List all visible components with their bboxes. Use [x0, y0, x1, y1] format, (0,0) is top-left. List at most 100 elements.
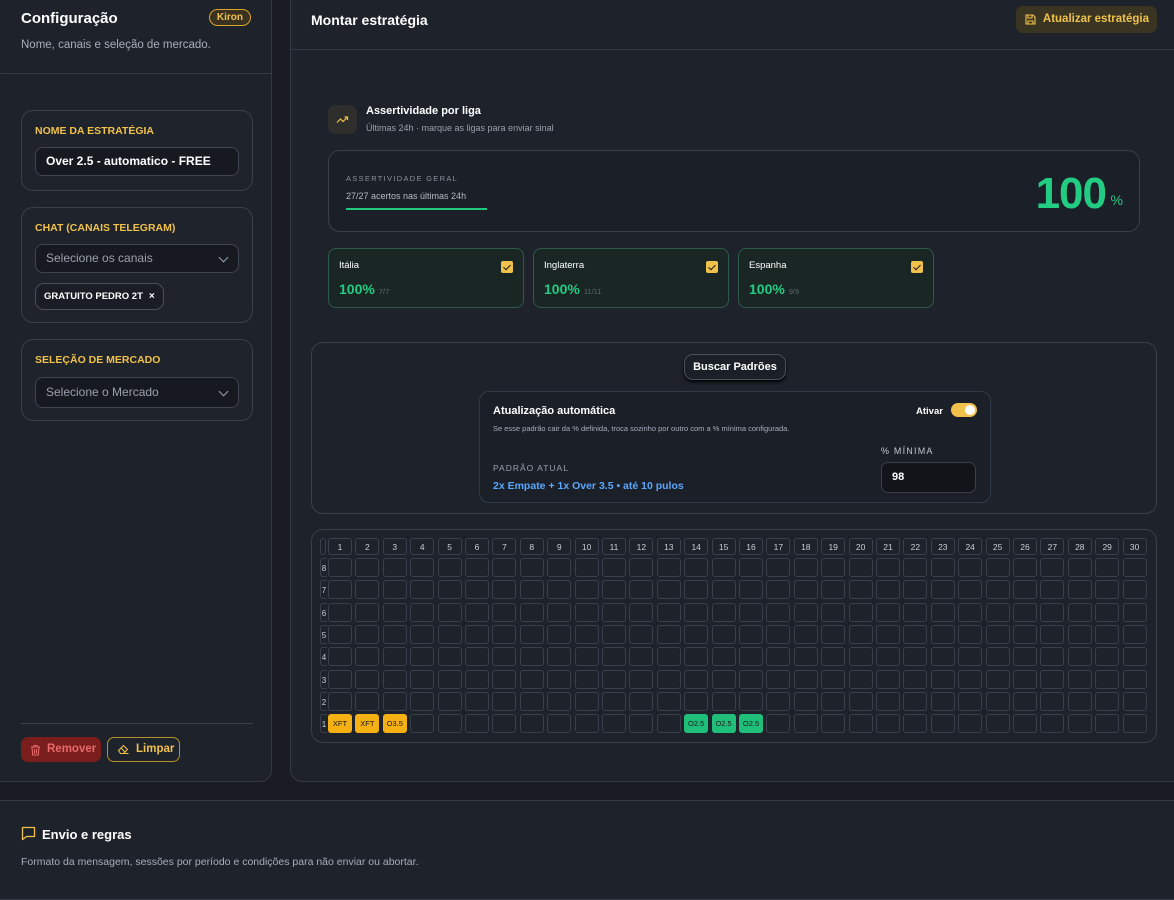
grid-cell[interactable] — [1095, 624, 1120, 644]
grid-cell[interactable] — [656, 558, 681, 577]
grid-mark-cell[interactable]: O2.5 — [739, 714, 763, 734]
grid-cell[interactable] — [574, 647, 599, 667]
grid-cell[interactable] — [1095, 669, 1120, 689]
grid-cell[interactable] — [410, 691, 435, 711]
grid-cell[interactable] — [711, 669, 736, 689]
grid-cell[interactable] — [410, 580, 435, 600]
grid-cell[interactable] — [903, 669, 928, 689]
grid-cell[interactable] — [519, 624, 544, 644]
grid-cell[interactable] — [958, 669, 983, 689]
grid-cell[interactable] — [410, 602, 435, 622]
grid-cell[interactable] — [930, 691, 955, 711]
grid-cell[interactable] — [1040, 647, 1065, 667]
grid-cell[interactable] — [848, 714, 873, 734]
grid-cell[interactable] — [629, 624, 654, 644]
grid-cell[interactable] — [684, 669, 709, 689]
grid-mark-cell[interactable]: O2.5 — [684, 714, 709, 734]
grid-cell[interactable] — [656, 580, 681, 600]
grid-cell[interactable] — [629, 669, 654, 689]
grid-cell[interactable] — [656, 669, 681, 689]
grid-cell[interactable] — [574, 691, 599, 711]
grid-cell[interactable] — [739, 624, 763, 644]
grid-cell[interactable] — [465, 714, 489, 734]
grid-cell[interactable] — [437, 558, 462, 577]
grid-cell[interactable] — [1067, 647, 1092, 667]
grid-cell[interactable] — [547, 580, 572, 600]
grid-cell[interactable] — [821, 714, 846, 734]
grid-cell[interactable] — [574, 580, 599, 600]
grid-cell[interactable] — [876, 602, 900, 622]
grid-cell[interactable] — [958, 602, 983, 622]
grid-cell[interactable] — [1013, 602, 1037, 622]
grid-cell[interactable] — [574, 714, 599, 734]
grid-cell[interactable] — [876, 691, 900, 711]
grid-cell[interactable] — [684, 647, 709, 667]
grid-cell[interactable] — [602, 624, 626, 644]
grid-cell[interactable] — [1095, 558, 1120, 577]
league-checkbox[interactable] — [706, 261, 718, 273]
grid-cell[interactable] — [1122, 647, 1147, 667]
grid-cell[interactable] — [766, 580, 791, 600]
grid-cell[interactable] — [355, 624, 380, 644]
grid-cell[interactable] — [793, 580, 818, 600]
grid-cell[interactable] — [519, 714, 544, 734]
grid-cell[interactable] — [492, 580, 517, 600]
grid-cell[interactable] — [821, 624, 846, 644]
grid-cell[interactable] — [465, 602, 489, 622]
grid-cell[interactable] — [739, 580, 763, 600]
grid-cell[interactable] — [437, 602, 462, 622]
grid-cell[interactable] — [602, 647, 626, 667]
grid-cell[interactable] — [656, 602, 681, 622]
grid-cell[interactable] — [547, 669, 572, 689]
grid-cell[interactable] — [793, 602, 818, 622]
grid-cell[interactable] — [602, 602, 626, 622]
auto-update-toggle[interactable] — [951, 403, 977, 417]
grid-cell[interactable] — [1095, 602, 1120, 622]
grid-cell[interactable] — [574, 624, 599, 644]
grid-cell[interactable] — [821, 602, 846, 622]
grid-cell[interactable] — [328, 624, 352, 644]
grid-cell[interactable] — [766, 558, 791, 577]
grid-cell[interactable] — [410, 558, 435, 577]
grid-cell[interactable] — [547, 602, 572, 622]
league-checkbox[interactable] — [911, 261, 923, 273]
grid-cell[interactable] — [1013, 647, 1037, 667]
grid-cell[interactable] — [985, 691, 1010, 711]
grid-cell[interactable] — [1095, 647, 1120, 667]
grid-cell[interactable] — [985, 647, 1010, 667]
grid-cell[interactable] — [1040, 669, 1065, 689]
grid-cell[interactable] — [766, 714, 791, 734]
channels-select[interactable]: Selecione os canais — [35, 244, 239, 273]
grid-cell[interactable] — [328, 580, 352, 600]
grid-cell[interactable] — [766, 602, 791, 622]
market-select[interactable]: Selecione o Mercado — [35, 377, 239, 408]
grid-cell[interactable] — [492, 714, 517, 734]
grid-cell[interactable] — [903, 624, 928, 644]
grid-cell[interactable] — [1095, 580, 1120, 600]
grid-cell[interactable] — [1040, 714, 1065, 734]
league-card-espanha[interactable]: Espanha 100% 9/9 — [738, 248, 934, 308]
grid-cell[interactable] — [793, 691, 818, 711]
grid-mark-cell[interactable]: O3.5 — [382, 714, 407, 734]
grid-cell[interactable] — [492, 669, 517, 689]
grid-cell[interactable] — [519, 602, 544, 622]
grid-cell[interactable] — [739, 669, 763, 689]
grid-cell[interactable] — [410, 714, 435, 734]
grid-cell[interactable] — [574, 669, 599, 689]
grid-cell[interactable] — [793, 669, 818, 689]
grid-mark-cell[interactable]: XFT — [355, 714, 380, 734]
grid-cell[interactable] — [1095, 714, 1120, 734]
grid-cell[interactable] — [492, 602, 517, 622]
grid-cell[interactable] — [876, 624, 900, 644]
grid-cell[interactable] — [437, 647, 462, 667]
grid-cell[interactable] — [547, 714, 572, 734]
grid-cell[interactable] — [629, 647, 654, 667]
grid-cell[interactable] — [382, 624, 407, 644]
grid-cell[interactable] — [766, 647, 791, 667]
grid-cell[interactable] — [629, 714, 654, 734]
grid-cell[interactable] — [465, 624, 489, 644]
grid-cell[interactable] — [821, 691, 846, 711]
grid-cell[interactable] — [328, 647, 352, 667]
grid-cell[interactable] — [1040, 558, 1065, 577]
grid-cell[interactable] — [1067, 580, 1092, 600]
